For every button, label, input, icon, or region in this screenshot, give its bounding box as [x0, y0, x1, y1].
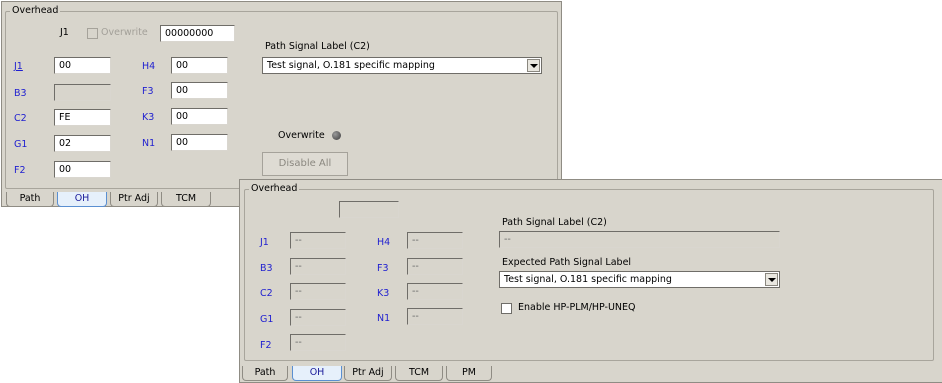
f3-display: --	[407, 258, 463, 275]
label-b3: B3	[260, 263, 273, 274]
top-display-field	[339, 201, 399, 218]
disable-all-label: Disable All	[278, 158, 332, 169]
tab-pm[interactable]: PM	[446, 366, 492, 381]
j1-input[interactable]: 00	[54, 57, 111, 74]
tab-label: TCM	[408, 367, 430, 378]
tab-tcm[interactable]: TCM	[161, 192, 211, 207]
tab-oh[interactable]: OH	[292, 366, 342, 381]
label-f2: F2	[260, 340, 272, 351]
expected-path-signal-label-value: Test signal, O.181 specific mapping	[504, 274, 672, 285]
label-g1: G1	[260, 314, 274, 325]
panel1-tabs: Path OH Ptr Adj TCM	[6, 192, 236, 208]
chevron-down-icon[interactable]	[765, 273, 778, 286]
label-c2: C2	[260, 288, 273, 299]
c2-display: --	[290, 283, 346, 300]
tab-path[interactable]: Path	[242, 366, 288, 381]
f3-input[interactable]: 00	[171, 82, 228, 99]
label-n1: N1	[142, 138, 156, 149]
path-signal-label-title: Path Signal Label (C2)	[502, 217, 607, 228]
h4-display: --	[407, 232, 463, 249]
path-signal-label-display: --	[499, 231, 780, 248]
tab-label: TCM	[175, 193, 197, 204]
label-f2: F2	[14, 165, 26, 176]
enable-hp-plm-uneq-label: Enable HP-PLM/HP-UNEQ	[518, 302, 636, 313]
expected-path-signal-label-select[interactable]: Test signal, O.181 specific mapping	[499, 271, 780, 288]
label-j1-link[interactable]: J1	[14, 61, 23, 73]
tab-label: OH	[74, 193, 90, 204]
j1-display: --	[290, 232, 346, 249]
tab-ptr-adj[interactable]: Ptr Adj	[344, 366, 392, 381]
b3-display: --	[290, 258, 346, 275]
label-k3: K3	[377, 288, 390, 299]
g1-display: --	[290, 309, 346, 326]
tab-label: Ptr Adj	[118, 193, 150, 204]
tab-label: Path	[19, 193, 41, 204]
disable-all-button[interactable]: Disable All	[262, 152, 348, 176]
label-f3: F3	[377, 263, 389, 274]
overwrite-checkbox-label: Overwrite	[101, 27, 148, 38]
label-n1: N1	[377, 313, 391, 324]
group-title: Overhead	[10, 5, 61, 17]
tab-label: Path	[254, 367, 276, 378]
overwrite-checkbox[interactable]	[87, 28, 98, 39]
label-h4: H4	[377, 237, 391, 248]
panel2-tabs: Path OH Ptr Adj TCM PM	[242, 366, 502, 382]
tab-oh[interactable]: OH	[57, 192, 107, 207]
b3-input	[54, 84, 111, 101]
expected-path-signal-label-title: Expected Path Signal Label	[502, 257, 632, 268]
path-signal-label-title: Path Signal Label (C2)	[265, 41, 370, 52]
tab-label: PM	[462, 367, 476, 378]
chevron-down-icon[interactable]	[527, 59, 540, 72]
overwrite-led-label: Overwrite	[278, 130, 325, 141]
enable-hp-plm-uneq-checkbox[interactable]	[501, 303, 512, 314]
n1-display: --	[407, 308, 463, 325]
label-b3: B3	[14, 88, 27, 99]
tab-ptr-adj[interactable]: Ptr Adj	[110, 192, 158, 207]
overhead-panel-2: Overhead J1 -- B3 -- C2 -- G1 -- F2 -- H…	[239, 179, 942, 383]
h4-input[interactable]: 00	[171, 57, 228, 74]
j1-overwrite-label: J1	[60, 27, 69, 38]
f2-display: --	[290, 334, 346, 351]
group-title: Overhead	[249, 183, 300, 195]
label-f3: F3	[142, 86, 154, 97]
path-signal-label-value: Test signal, O.181 specific mapping	[267, 60, 435, 71]
label-k3: K3	[142, 112, 155, 123]
tab-path[interactable]: Path	[6, 192, 54, 207]
g1-input[interactable]: 02	[54, 135, 111, 152]
label-c2: C2	[14, 113, 27, 124]
path-signal-label-select[interactable]: Test signal, O.181 specific mapping	[262, 57, 542, 74]
tab-label: OH	[309, 367, 325, 378]
n1-input[interactable]: 00	[171, 134, 228, 151]
k3-input[interactable]: 00	[171, 108, 228, 125]
c2-input[interactable]: FE	[54, 109, 111, 126]
tab-tcm[interactable]: TCM	[395, 366, 443, 381]
label-g1: G1	[14, 139, 28, 150]
j1-hex-input[interactable]: 00000000	[160, 25, 235, 42]
label-j1: J1	[260, 237, 269, 248]
label-h4: H4	[142, 61, 156, 72]
k3-display: --	[407, 283, 463, 300]
overhead-panel-1: Overhead J1 Overwrite 00000000 J1 00 B3 …	[1, 1, 562, 207]
tab-label: Ptr Adj	[352, 367, 384, 378]
f2-input[interactable]: 00	[54, 161, 111, 178]
overwrite-led-icon	[332, 131, 341, 140]
